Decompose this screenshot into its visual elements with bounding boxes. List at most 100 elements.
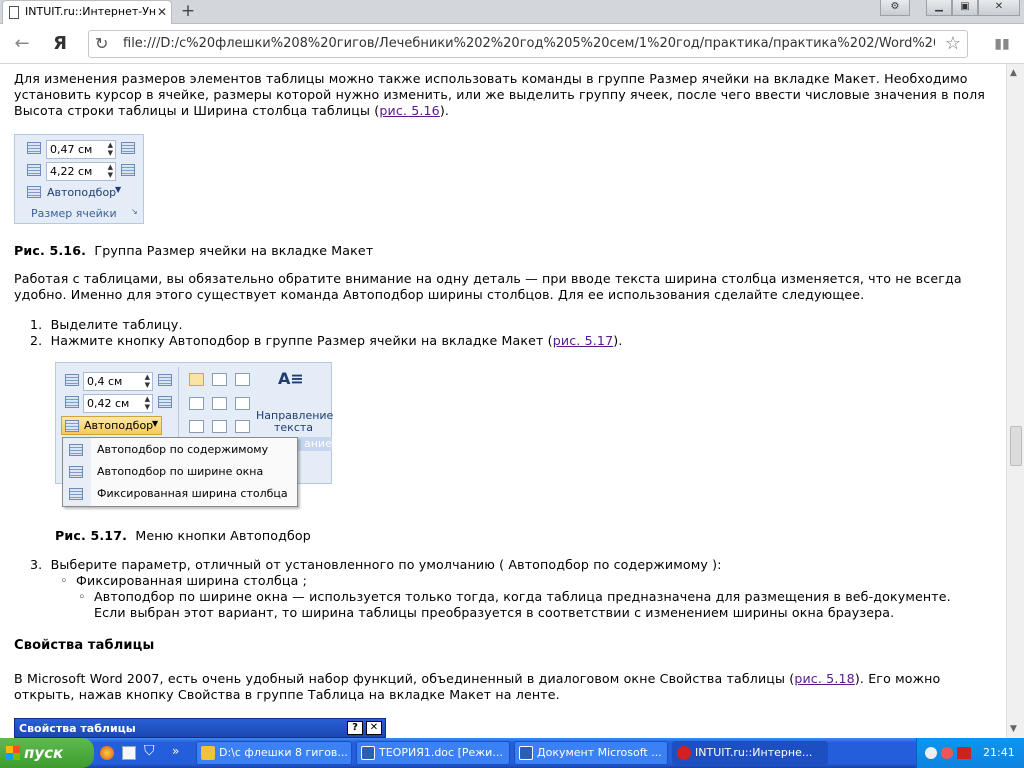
paragraph-1-end: ). (439, 103, 450, 118)
spinner-icon[interactable]: ▲ ▼ (108, 163, 113, 179)
row-height-value: 0,47 см (50, 143, 93, 156)
bullet-item-2: ◦ Автоподбор по ширине окна — используетс… (78, 589, 994, 621)
word-icon (519, 746, 533, 760)
link-fig-5-16[interactable]: рис. 5.16 (379, 103, 440, 118)
table-properties-dialog-titlebar: Свойства таблицы ? ✕ (14, 718, 386, 738)
scrollbar-thumb[interactable] (1010, 426, 1022, 466)
row-height-field[interactable]: 0,47 см ▲ ▼ (46, 140, 116, 159)
distribute-columns-icon[interactable] (121, 164, 135, 176)
fixed-width-icon (69, 488, 83, 500)
align-top-right-icon[interactable] (235, 373, 250, 386)
link-fig-5-18[interactable]: рис. 5.18 (794, 671, 855, 686)
yandex-browser-icon (677, 746, 691, 760)
spinner-icon[interactable]: ▲ ▼ (145, 395, 150, 411)
start-button[interactable]: пуск (0, 738, 94, 768)
back-arrow-icon[interactable]: ← (10, 32, 34, 56)
settings-button[interactable]: ⚙ (880, 0, 910, 16)
taskbar-item-word-document[interactable]: Документ Microsoft ... (514, 741, 668, 765)
list-item-text: Выделите таблицу. (50, 317, 183, 332)
tray-arrow-icon[interactable] (925, 747, 937, 759)
distribute-columns-icon[interactable] (158, 396, 172, 408)
browser-quicklaunch-icon[interactable] (100, 746, 114, 760)
close-window-button[interactable]: ✕ (978, 0, 1020, 16)
list-item-3: 3. Выберите параметр, отличный от устано… (30, 557, 990, 573)
align-bottom-right-icon[interactable] (235, 420, 250, 433)
folder-icon (201, 746, 215, 760)
autofit-icon (65, 420, 79, 432)
autofit-icon (27, 186, 41, 198)
column-width-field[interactable]: 0,42 см ▲ ▼ (83, 394, 153, 413)
quicklaunch-more-icon[interactable]: » (172, 744, 179, 758)
taskbar-item-browser[interactable]: INTUIT.ru::Интерне... (672, 741, 828, 765)
browser-tab[interactable]: INTUIT.ru::Интернет-Ун ✕ (2, 0, 172, 24)
scroll-up-icon[interactable]: ▲ (1010, 68, 1017, 78)
scroll-down-icon[interactable]: ▼ (1010, 724, 1017, 734)
caption-fig-5-16: Рис. 5.16. Группа Размер ячейки на вклад… (14, 243, 994, 259)
tab-close-icon[interactable]: ✕ (157, 1, 167, 23)
minimize-button[interactable]: ▁ (926, 0, 952, 16)
list-item-end: ). (613, 333, 623, 348)
menu-item-fixed-width[interactable]: Фиксированная ширина столбца (64, 484, 296, 504)
new-tab-button[interactable]: + (178, 2, 198, 22)
group-label-strip: ание (296, 437, 332, 451)
page-icon (9, 6, 19, 19)
maximize-button[interactable]: ▣ (952, 0, 978, 16)
taskbar-item-explorer[interactable]: D:\с флешки 8 гигов... (196, 741, 352, 765)
menu-item-autofit-window[interactable]: Автоподбор по ширине окна (64, 462, 296, 482)
distribute-rows-icon[interactable] (158, 374, 172, 386)
task-label: D:\с флешки 8 гигов... (219, 746, 348, 759)
column-width-field[interactable]: 4,22 см ▲ ▼ (46, 162, 116, 181)
language-flag-icon[interactable] (957, 747, 971, 759)
align-middle-right-icon[interactable] (235, 397, 250, 410)
address-bar[interactable]: ↻ file:///D:/c%20флешки%208%20гигов/Лече… (88, 30, 968, 58)
bookmark-star-icon[interactable]: ☆ (945, 33, 961, 54)
vertical-scrollbar[interactable]: ▲ ▼ (1006, 64, 1024, 738)
reload-icon[interactable]: ↻ (95, 34, 108, 53)
clock[interactable]: 21:41 (983, 738, 1015, 768)
browser-toolbar: ← Я ↻ file:///D:/c%20флешки%208%20гигов/… (0, 24, 1024, 64)
paragraph-1-text: Для изменения размеров элементов таблицы… (14, 71, 985, 118)
bullet-text-continued: Если выбран этот вариант, то ширина табл… (94, 605, 895, 620)
list-item-text: Выберите параметр, отличный от установле… (50, 557, 722, 572)
align-bottom-left-icon[interactable] (189, 420, 204, 433)
browser-titlebar: INTUIT.ru::Интернет-Ун ✕ + ⚙ ▁ ▣ ✕ (0, 0, 1024, 24)
downloads-icon[interactable]: ▮▮ (990, 32, 1014, 56)
spinner-icon[interactable]: ▲ ▼ (145, 373, 150, 389)
dialog-launcher-icon[interactable]: ↘ (131, 207, 138, 216)
menu-item-autofit-contents[interactable]: Автоподбор по содержимому (64, 440, 296, 460)
distribute-rows-icon[interactable] (121, 142, 135, 154)
taskbar-item-word-theory[interactable]: ТЕОРИЯ1.doc [Режи... (356, 741, 510, 765)
yandex-icon[interactable]: Я (48, 32, 72, 56)
start-label: пуск (24, 744, 64, 762)
paragraph-3-line-2: открыть, нажав кнопку Свойства в группе … (14, 687, 560, 702)
caption-text: Группа Размер ячейки на вкладке Макет (94, 243, 374, 258)
align-middle-center-icon[interactable] (212, 397, 227, 410)
app-quicklaunch-icon[interactable]: ⛉ (144, 743, 155, 759)
row-height-icon (65, 374, 79, 386)
autofit-button[interactable]: Автоподбор (47, 186, 116, 199)
text-direction-icon[interactable]: A≡ (278, 369, 304, 388)
paragraph-3-end: ). Его можно (854, 671, 941, 686)
figure-5-17-autofit-menu: 0,4 см ▲ ▼ 0,42 см ▲ ▼ Автоподбор ▼ A≡ Напра… (55, 362, 333, 507)
link-fig-5-17[interactable]: рис. 5.17 (553, 333, 614, 348)
url-text[interactable]: file:///D:/c%20флешки%208%20гигов/Лечебн… (123, 31, 935, 57)
tray-app-icon[interactable] (941, 747, 953, 759)
column-width-value: 4,22 см (50, 165, 93, 178)
align-bottom-center-icon[interactable] (212, 420, 227, 433)
column-width-icon (65, 396, 79, 408)
page-content: Для изменения размеров элементов таблицы… (0, 64, 1006, 738)
align-top-left-icon[interactable] (189, 373, 204, 386)
dropdown-arrow-icon[interactable]: ▼ (115, 185, 121, 194)
desktop-quicklaunch-icon[interactable] (122, 746, 136, 760)
dialog-close-button[interactable]: ✕ (366, 721, 382, 735)
autofit-button[interactable]: Автоподбор ▼ (61, 416, 162, 435)
system-tray: 21:41 (916, 738, 1024, 768)
bullet-text: Фиксированная ширина столбца ; (76, 573, 308, 588)
align-middle-left-icon[interactable] (189, 397, 204, 410)
list-item-1: 1. Выделите таблицу. (30, 317, 990, 333)
align-top-center-icon[interactable] (212, 373, 227, 386)
help-button[interactable]: ? (347, 721, 363, 735)
spinner-icon[interactable]: ▲ ▼ (108, 141, 113, 157)
dropdown-arrow-icon: ▼ (152, 419, 159, 428)
row-height-field[interactable]: 0,4 см ▲ ▼ (83, 372, 153, 391)
